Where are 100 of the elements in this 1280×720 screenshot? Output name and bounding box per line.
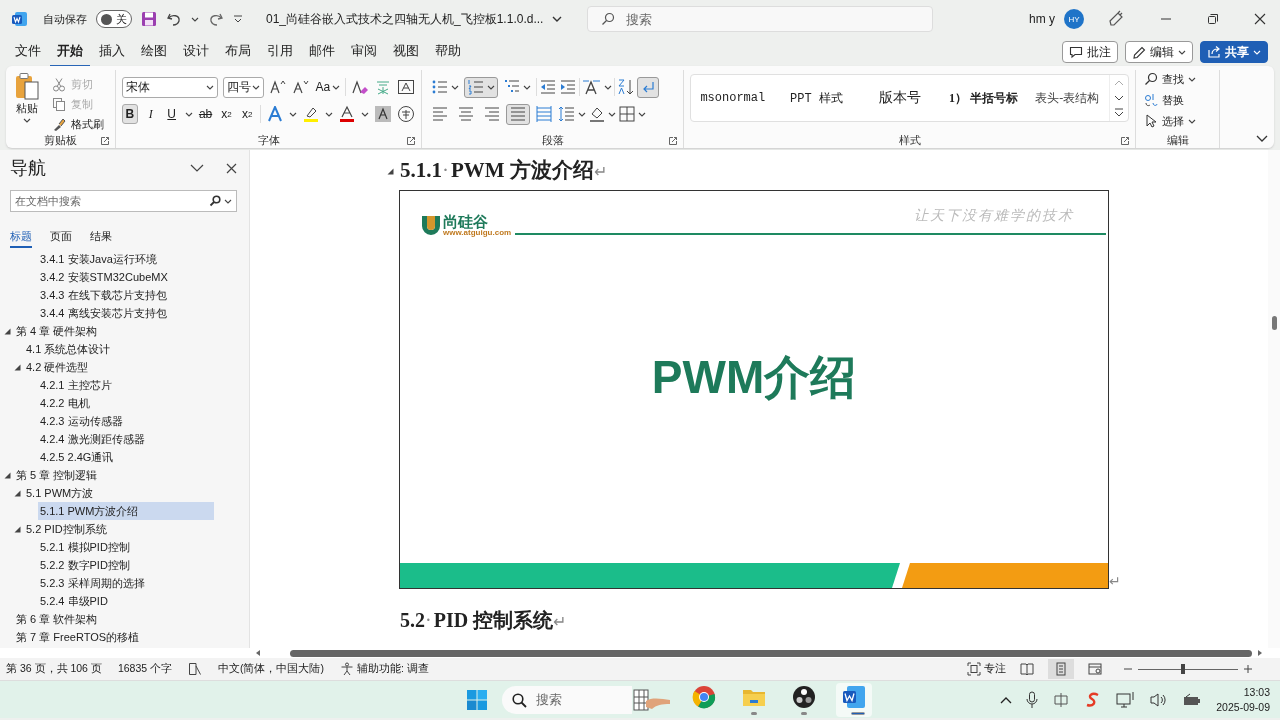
accessibility-button[interactable]: 辅助功能: 调查 xyxy=(340,662,429,676)
dialog-launcher-icon[interactable] xyxy=(101,137,109,145)
sort-icon[interactable] xyxy=(617,78,635,96)
chinese-layout-icon[interactable] xyxy=(582,78,602,96)
heading-item[interactable]: 4.2.3 运动传感器 xyxy=(38,412,125,430)
heading-item[interactable]: 3.4.4 离线安装芯片支持包 xyxy=(38,304,169,322)
format-toggle[interactable]: x$^{2}$ xyxy=(239,104,256,124)
customize-icon[interactable] xyxy=(233,14,243,24)
highlighter-icon[interactable] xyxy=(302,105,320,123)
replace-button[interactable]: 替换 xyxy=(1144,91,1211,109)
font-color-icon[interactable] xyxy=(338,105,356,123)
grow-font-icon[interactable] xyxy=(269,79,288,95)
caret-icon[interactable] xyxy=(325,110,333,118)
heading-item[interactable]: 5.2.4 串级PID xyxy=(38,592,110,610)
format-toggle[interactable]: I xyxy=(142,104,159,124)
clock-date[interactable]: 2025-09-09 xyxy=(1216,699,1270,714)
zoom-in-icon[interactable] xyxy=(1244,665,1252,673)
dialog-launcher-icon[interactable] xyxy=(407,137,415,145)
collapse-ribbon-icon[interactable] xyxy=(1256,134,1268,142)
word-count[interactable]: 16835 个字 xyxy=(117,662,172,676)
document-app-icon[interactable] xyxy=(12,11,28,27)
style-option[interactable]: PPT 样式 xyxy=(774,89,859,107)
menu-tab[interactable]: 文件 xyxy=(8,37,48,67)
microphone-icon[interactable] xyxy=(1026,690,1039,709)
expanded-icon[interactable] xyxy=(3,327,11,335)
heading-item[interactable]: 4.2 硬件选型 xyxy=(24,358,91,376)
caret-icon[interactable] xyxy=(224,197,232,205)
search-field[interactable]: 在文档中搜索 xyxy=(10,190,237,212)
caret-icon[interactable] xyxy=(608,110,616,118)
caret-icon[interactable] xyxy=(604,83,612,91)
heading-item[interactable]: 5.2.3 采样周期的选择 xyxy=(38,574,147,592)
horizontal-scrollbar[interactable] xyxy=(290,649,1252,657)
format-toggle[interactable]: U xyxy=(163,104,180,124)
comment-button[interactable]: 批注 xyxy=(1062,41,1118,63)
heading-item[interactable]: 5.2 PID控制系统 xyxy=(24,520,109,538)
caret-icon[interactable] xyxy=(578,110,586,118)
character-shading-icon[interactable] xyxy=(374,105,392,123)
start-icon[interactable] xyxy=(466,688,488,711)
find-button[interactable]: 查找 xyxy=(1144,70,1211,88)
expanded-icon[interactable] xyxy=(13,363,21,371)
language-indicator[interactable]: 中文(简体，中国大陆) xyxy=(218,662,324,676)
heading-item[interactable]: 5.1 PWM方波 xyxy=(24,484,96,502)
menu-tab[interactable]: 设计 xyxy=(176,37,216,67)
pane-options-icon[interactable] xyxy=(190,163,204,173)
clear-format-icon[interactable] xyxy=(351,79,369,95)
pane-tab[interactable]: 页面 xyxy=(50,226,72,248)
style-option[interactable]: msonormal xyxy=(691,91,775,105)
decrease-indent-icon[interactable] xyxy=(539,78,557,96)
heading-item[interactable]: 5.2.2 数字PID控制 xyxy=(38,556,132,574)
input-mode-icon[interactable] xyxy=(1052,690,1071,709)
heading-item[interactable]: 第 5 章 控制逻辑 xyxy=(14,466,100,484)
close-icon[interactable] xyxy=(1254,13,1266,25)
numbering-button[interactable] xyxy=(464,76,498,98)
paste-button[interactable]: 粘贴 xyxy=(12,70,42,133)
expanded-icon[interactable] xyxy=(3,471,11,479)
heading-item[interactable]: 5.1.1 PWM方波介绍 xyxy=(38,502,214,520)
change-case-button[interactable]: Aa xyxy=(315,80,341,94)
style-option[interactable]: 表头-表结构 xyxy=(1025,89,1109,107)
heading-item[interactable]: 3.4.3 在线下载芯片支持包 xyxy=(38,286,169,304)
expanded-icon[interactable] xyxy=(13,525,21,533)
clock-time[interactable]: 13:03 xyxy=(1243,685,1270,700)
caret-icon[interactable] xyxy=(191,15,199,23)
page-count[interactable]: 第 36 页，共 106 页 xyxy=(6,662,102,676)
search-icon[interactable] xyxy=(209,195,221,207)
restore-icon[interactable] xyxy=(1207,13,1219,25)
heading-item[interactable]: 4.2.5 2.4G通讯 xyxy=(38,448,116,466)
redo-icon[interactable] xyxy=(208,11,224,27)
style-option[interactable]: 版本号 xyxy=(858,89,942,107)
edit-button[interactable]: 编辑 xyxy=(1125,41,1193,63)
dialog-launcher-icon[interactable] xyxy=(1121,137,1129,145)
proofing-icon[interactable] xyxy=(188,662,202,676)
caret-icon[interactable] xyxy=(638,110,646,118)
menu-tab[interactable]: 插入 xyxy=(92,37,132,67)
shading-icon[interactable] xyxy=(588,105,606,123)
close-icon[interactable] xyxy=(226,162,237,174)
caret-icon[interactable] xyxy=(289,110,297,118)
increase-indent-icon[interactable] xyxy=(559,78,577,96)
select-button[interactable]: 选择 xyxy=(1144,112,1211,130)
line-spacing-icon[interactable] xyxy=(558,105,576,123)
menu-tab[interactable]: 引用 xyxy=(260,37,300,67)
borders-icon[interactable] xyxy=(618,105,636,123)
expanded-icon[interactable] xyxy=(13,489,21,497)
user-avatar[interactable]: HY xyxy=(1064,9,1084,29)
menu-tab[interactable]: 邮件 xyxy=(302,37,342,67)
heading-item[interactable]: 4.1 系统总体设计 xyxy=(24,340,113,358)
speaker-icon[interactable] xyxy=(1150,691,1169,708)
show-hidden-icon[interactable] xyxy=(1000,695,1013,704)
zoom-slider-thumb[interactable] xyxy=(1181,664,1185,674)
collapse-heading-icon[interactable] xyxy=(386,167,394,175)
pane-tab[interactable]: 结果 xyxy=(90,226,112,248)
heading-item[interactable]: 5.2.1 模拟PID控制 xyxy=(38,538,132,556)
heading-item[interactable]: 4.2.2 电机 xyxy=(38,394,92,412)
enclose-character-icon[interactable] xyxy=(397,105,415,123)
style-option[interactable]: 1） 半括号标 xyxy=(941,89,1026,107)
network-icon[interactable] xyxy=(1116,690,1137,709)
taskbar-search[interactable]: 搜索 xyxy=(502,685,632,714)
show-marks-button[interactable] xyxy=(637,76,659,98)
menu-tab[interactable]: 布局 xyxy=(218,37,258,67)
undo-icon[interactable] xyxy=(166,11,182,27)
heading-item[interactable]: 4.2.1 主控芯片 xyxy=(38,376,114,394)
